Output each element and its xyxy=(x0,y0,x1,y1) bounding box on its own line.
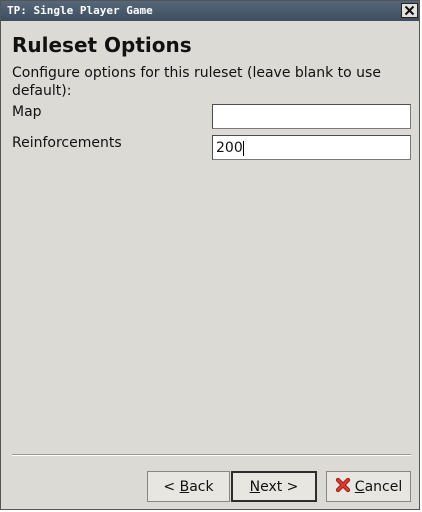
page-heading: Ruleset Options xyxy=(12,33,192,57)
cancel-icon xyxy=(335,477,351,497)
back-button-rest: ack xyxy=(189,478,214,495)
cancel-button[interactable]: Cancel xyxy=(326,471,411,502)
back-button-prefix: < xyxy=(163,478,180,495)
map-label: Map xyxy=(12,104,42,120)
close-icon xyxy=(404,5,415,16)
next-button[interactable]: Next > xyxy=(231,471,317,502)
text-caret xyxy=(243,141,244,156)
title-bar[interactable]: TP: Single Player Game xyxy=(1,1,419,21)
close-button[interactable] xyxy=(401,3,418,18)
cancel-button-rest: ancel xyxy=(364,478,403,495)
reinforcements-label: Reinforcements xyxy=(12,135,122,151)
next-button-mnemonic: N xyxy=(249,478,261,495)
dialog-window: TP: Single Player Game Ruleset Options C… xyxy=(0,0,420,510)
map-input[interactable] xyxy=(212,104,411,129)
reinforcements-input[interactable] xyxy=(212,135,411,160)
window-title: TP: Single Player Game xyxy=(7,4,153,17)
back-button-mnemonic: B xyxy=(179,478,190,495)
cancel-button-mnemonic: C xyxy=(354,478,365,495)
back-button[interactable]: < Back xyxy=(147,471,230,502)
page-description: Configure options for this ruleset (leav… xyxy=(12,65,381,99)
button-separator xyxy=(12,454,411,456)
next-button-rest: ext > xyxy=(260,478,299,495)
